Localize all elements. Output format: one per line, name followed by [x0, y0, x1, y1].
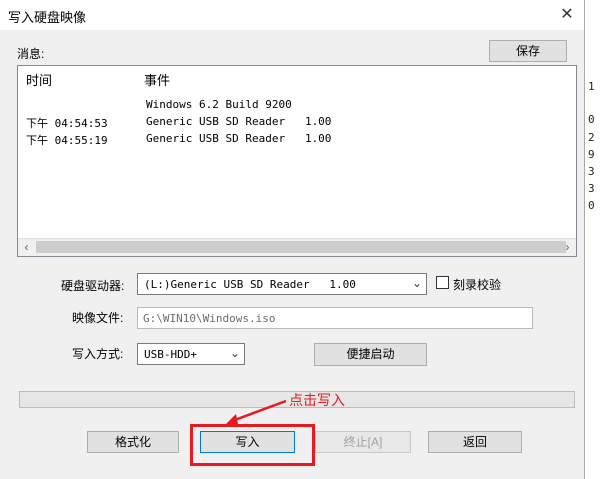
strip-digit: 0 [588, 199, 595, 212]
strip-digit: 2 [588, 131, 595, 144]
strip-digit: 3 [588, 165, 595, 178]
strip-digit: 9 [588, 148, 595, 161]
annotation-arrow [226, 399, 287, 424]
strip-digit: 1 [588, 80, 595, 93]
strip-digit: 0 [588, 113, 595, 126]
annotation-highlight-box [190, 424, 315, 466]
background-window-strip: 1 0 2 9 3 3 0 [585, 0, 600, 479]
write-disk-image-window: 写入硬盘映像 ✕ 消息: 保存 时间 事件 Windows 6.2 Build … [0, 0, 585, 479]
strip-digit: 3 [588, 182, 595, 195]
